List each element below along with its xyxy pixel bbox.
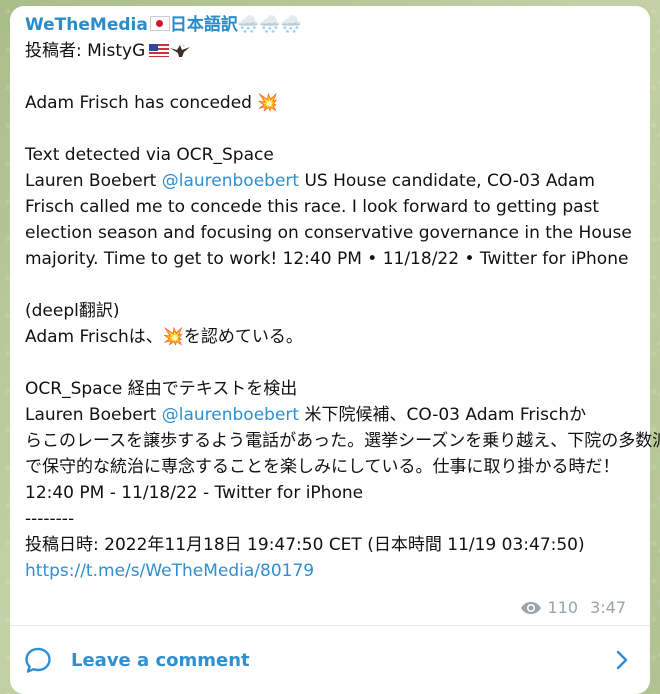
eye-icon xyxy=(520,602,541,614)
headline: Adam Frisch has conceded 💥 xyxy=(25,90,640,116)
leave-comment-label: Leave a comment xyxy=(71,649,250,671)
channel-name-suffix: 日本語訳 xyxy=(169,15,238,35)
leave-comment-button[interactable]: Leave a comment xyxy=(10,626,650,694)
headline-text: Adam Frisch has conceded xyxy=(25,93,252,113)
message-bubble: WeTheMedia 日本語訳🌨️🌨️🌨️ 投稿者: MistyG Adam Fr… xyxy=(10,6,660,694)
snow-cloud-icon: 🌨️🌨️🌨️ xyxy=(237,15,302,35)
deepl-line: Adam Frischは、💥を認めている。 xyxy=(25,324,640,350)
message-link-line: https://t.me/s/WeTheMedia/80179 xyxy=(25,558,640,584)
jp-ocr-line-4: 12:40 PM - 11/18/22 - Twitter for iPhone xyxy=(25,483,364,503)
deepl-line-suffix: を認めている。 xyxy=(183,327,303,347)
jp-flag-icon xyxy=(149,16,170,31)
channel-name-text: WeTheMedia xyxy=(25,15,148,35)
jp-ocr-line-1: Lauren Boebert @laurenboebert 米下院候補、CO-0… xyxy=(25,402,640,428)
ocr-mention-link[interactable]: @laurenboebert xyxy=(162,171,299,191)
jp-ocr-heading: OCR_Space 経由でテキストを検出 xyxy=(25,379,298,399)
message-link[interactable]: https://t.me/s/WeTheMedia/80179 xyxy=(25,561,314,581)
channel-name[interactable]: WeTheMedia 日本語訳🌨️🌨️🌨️ xyxy=(25,12,640,38)
jp-ocr-author: Lauren Boebert xyxy=(25,405,157,425)
message-content: WeTheMedia 日本語訳🌨️🌨️🌨️ 投稿者: MistyG Adam Fr… xyxy=(25,12,660,584)
ocr-paragraph: Lauren Boebert @laurenboebert US House c… xyxy=(25,168,640,272)
message-meta: 110 3:47 xyxy=(520,598,626,618)
deepl-heading: (deepl翻訳) xyxy=(25,301,120,321)
separator: -------- xyxy=(25,509,75,529)
us-flag-icon xyxy=(149,44,170,57)
posted-line: 投稿日時: 2022年11月18日 19:47:50 CET (日本時間 11/… xyxy=(25,535,585,555)
explosion-icon: 💥 xyxy=(257,93,279,113)
eagle-icon xyxy=(170,44,191,57)
poster-line: 投稿者: MistyG xyxy=(25,38,640,64)
ocr-author: Lauren Boebert xyxy=(25,171,157,191)
jp-ocr-mention-link[interactable]: @laurenboebert xyxy=(162,405,299,425)
views-count: 110 xyxy=(547,598,579,617)
deepl-line-prefix: Adam Frischは、 xyxy=(25,327,163,347)
jp-ocr-body-1: 米下院候補、CO-03 Adam Frischか xyxy=(304,405,587,425)
jp-ocr-line-3: で保守的な統治に専念することを楽しみにしている。仕事に取り掛かる時だ！ xyxy=(25,457,620,477)
message-time: 3:47 xyxy=(590,598,626,617)
explosion-icon: 💥 xyxy=(162,327,184,347)
chevron-right-icon xyxy=(616,650,628,670)
comment-icon xyxy=(25,647,51,673)
ocr-heading: Text detected via OCR_Space xyxy=(25,145,274,165)
poster-text: 投稿者: MistyG xyxy=(25,41,146,61)
jp-ocr-line-2: らこのレースを譲歩するよう電話があった。選挙シーズンを乗り越え、下院の多数派 xyxy=(25,431,660,451)
